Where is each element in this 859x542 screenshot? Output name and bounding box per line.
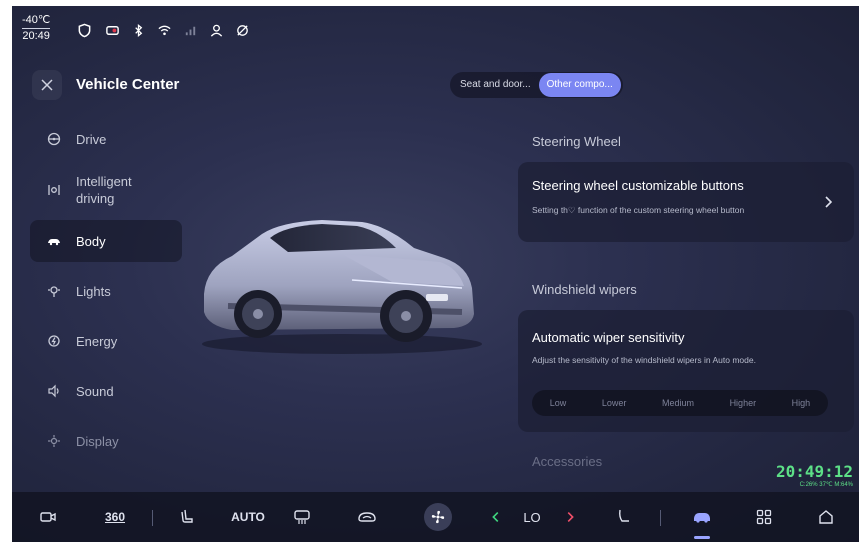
steering-buttons-card[interactable]: Steering wheel customizable buttons Sett… — [518, 162, 854, 242]
seat-recline-icon — [619, 509, 629, 522]
vehicle-center-screen: -40℃ 20:49 Vehicle Center Seat and door.… — [12, 6, 859, 542]
wifi-icon — [156, 22, 172, 38]
air-circulation-icon — [358, 512, 376, 522]
option-medium[interactable]: Medium — [662, 398, 694, 408]
sidebar-item-display[interactable]: Display — [30, 420, 182, 462]
fan-icon — [431, 510, 445, 524]
shield-icon — [76, 22, 92, 38]
wiper-sensitivity-selector[interactable]: Low Lower Medium Higher High — [532, 390, 828, 416]
home-icon — [819, 510, 833, 524]
fan-increase-button[interactable] — [562, 504, 578, 530]
temperature-clock: -40℃ 20:49 — [22, 14, 51, 43]
status-bar: -40℃ 20:49 — [12, 6, 859, 58]
home-button[interactable] — [814, 504, 838, 530]
car-image — [202, 220, 482, 354]
fan-decrease-button[interactable] — [488, 504, 504, 530]
card-description: Adjust the sensitivity of the windshield… — [532, 355, 756, 365]
camera-icon — [40, 512, 56, 522]
sidebar-item-label: Display — [76, 433, 119, 449]
apps-button[interactable] — [752, 504, 776, 530]
energy-icon — [44, 331, 64, 351]
card-title: Steering wheel customizable buttons — [532, 178, 744, 193]
sidebar-item-sound[interactable]: Sound — [30, 370, 182, 412]
view-360-button[interactable]: 360 — [100, 504, 130, 530]
close-icon — [41, 79, 53, 91]
fan-level: LO — [523, 509, 541, 525]
active-indicator — [694, 536, 710, 539]
sidebar-item-intelligent-driving[interactable]: Intelligent driving — [30, 168, 182, 212]
sidebar-item-label: Energy — [76, 333, 118, 349]
bottom-dock: 360 AUTO LO — [12, 492, 859, 542]
air-circulation-button[interactable] — [352, 504, 382, 530]
signal-icon — [182, 22, 198, 38]
section-windshield-wipers: Windshield wipers — [532, 282, 637, 297]
steering-wheel-icon — [44, 129, 64, 149]
sidebar-item-body[interactable]: Body — [30, 220, 182, 262]
sidebar-item-energy[interactable]: Energy — [30, 320, 182, 362]
sidebar-item-drive[interactable]: Drive — [30, 118, 182, 160]
chevron-right-icon — [567, 511, 574, 523]
status-clock: 20:49 — [22, 30, 50, 42]
sidebar-item-label: Intelligent driving — [76, 174, 132, 206]
chevron-right-icon — [825, 196, 832, 208]
chevron-left-icon — [492, 511, 499, 523]
light-icon — [44, 281, 64, 301]
car-icon — [694, 513, 710, 523]
bluetooth-icon — [130, 22, 146, 38]
display-icon — [44, 431, 64, 451]
section-accessories: Accessories — [532, 454, 603, 469]
option-higher[interactable]: Higher — [730, 398, 757, 408]
sidebar: Drive Intelligent driving Body Lights En… — [30, 118, 182, 470]
recording-icon — [104, 22, 120, 38]
vehicle-center-button[interactable] — [686, 504, 718, 530]
card-description: Setting th♡ function of the custom steer… — [532, 205, 745, 215]
component-tabs: Seat and door... Other compo... — [450, 72, 623, 98]
tab-seat-and-door[interactable]: Seat and door... — [452, 73, 539, 97]
intelligent-driving-icon — [44, 180, 64, 200]
auto-climate-button[interactable]: AUTO — [230, 504, 266, 530]
camera-button[interactable] — [36, 504, 60, 530]
seat-recline-button[interactable] — [612, 504, 636, 530]
option-low[interactable]: Low — [550, 398, 567, 408]
page-title: Vehicle Center — [76, 76, 180, 93]
option-high[interactable]: High — [792, 398, 811, 408]
close-button[interactable] — [32, 70, 62, 100]
sidebar-item-label: Lights — [76, 283, 111, 299]
divider — [660, 510, 661, 526]
seat-button[interactable] — [176, 504, 200, 530]
sidebar-item-label: Body — [76, 233, 106, 249]
grid-icon — [756, 509, 772, 525]
tab-other-components[interactable]: Other compo... — [538, 73, 621, 97]
seat-icon — [181, 509, 193, 523]
sidebar-item-label: Drive — [76, 131, 107, 147]
overlay-clock-time: 20:49:12 — [775, 462, 853, 481]
rear-defrost-icon — [294, 510, 310, 524]
car-body-icon — [44, 231, 64, 251]
section-steering-wheel: Steering Wheel — [532, 134, 621, 149]
card-title: Automatic wiper sensitivity — [532, 330, 685, 345]
divider — [152, 510, 153, 526]
option-lower[interactable]: Lower — [602, 398, 627, 408]
user-icon — [208, 22, 224, 38]
rear-defrost-button[interactable] — [290, 504, 314, 530]
overlay-clock-info: C:26% 37℃ M:64% — [799, 482, 853, 488]
overlay-clock: 20:49:12 C:26% 37℃ M:64% — [776, 462, 853, 488]
location-off-icon — [234, 22, 250, 38]
sidebar-item-lights[interactable]: Lights — [30, 270, 182, 312]
wiper-sensitivity-card: Automatic wiper sensitivity Adjust the s… — [518, 310, 854, 432]
speaker-icon — [44, 381, 64, 401]
fan-button[interactable] — [424, 503, 452, 531]
sidebar-item-label: Sound — [76, 383, 114, 399]
outside-temperature: -40℃ — [22, 14, 51, 29]
